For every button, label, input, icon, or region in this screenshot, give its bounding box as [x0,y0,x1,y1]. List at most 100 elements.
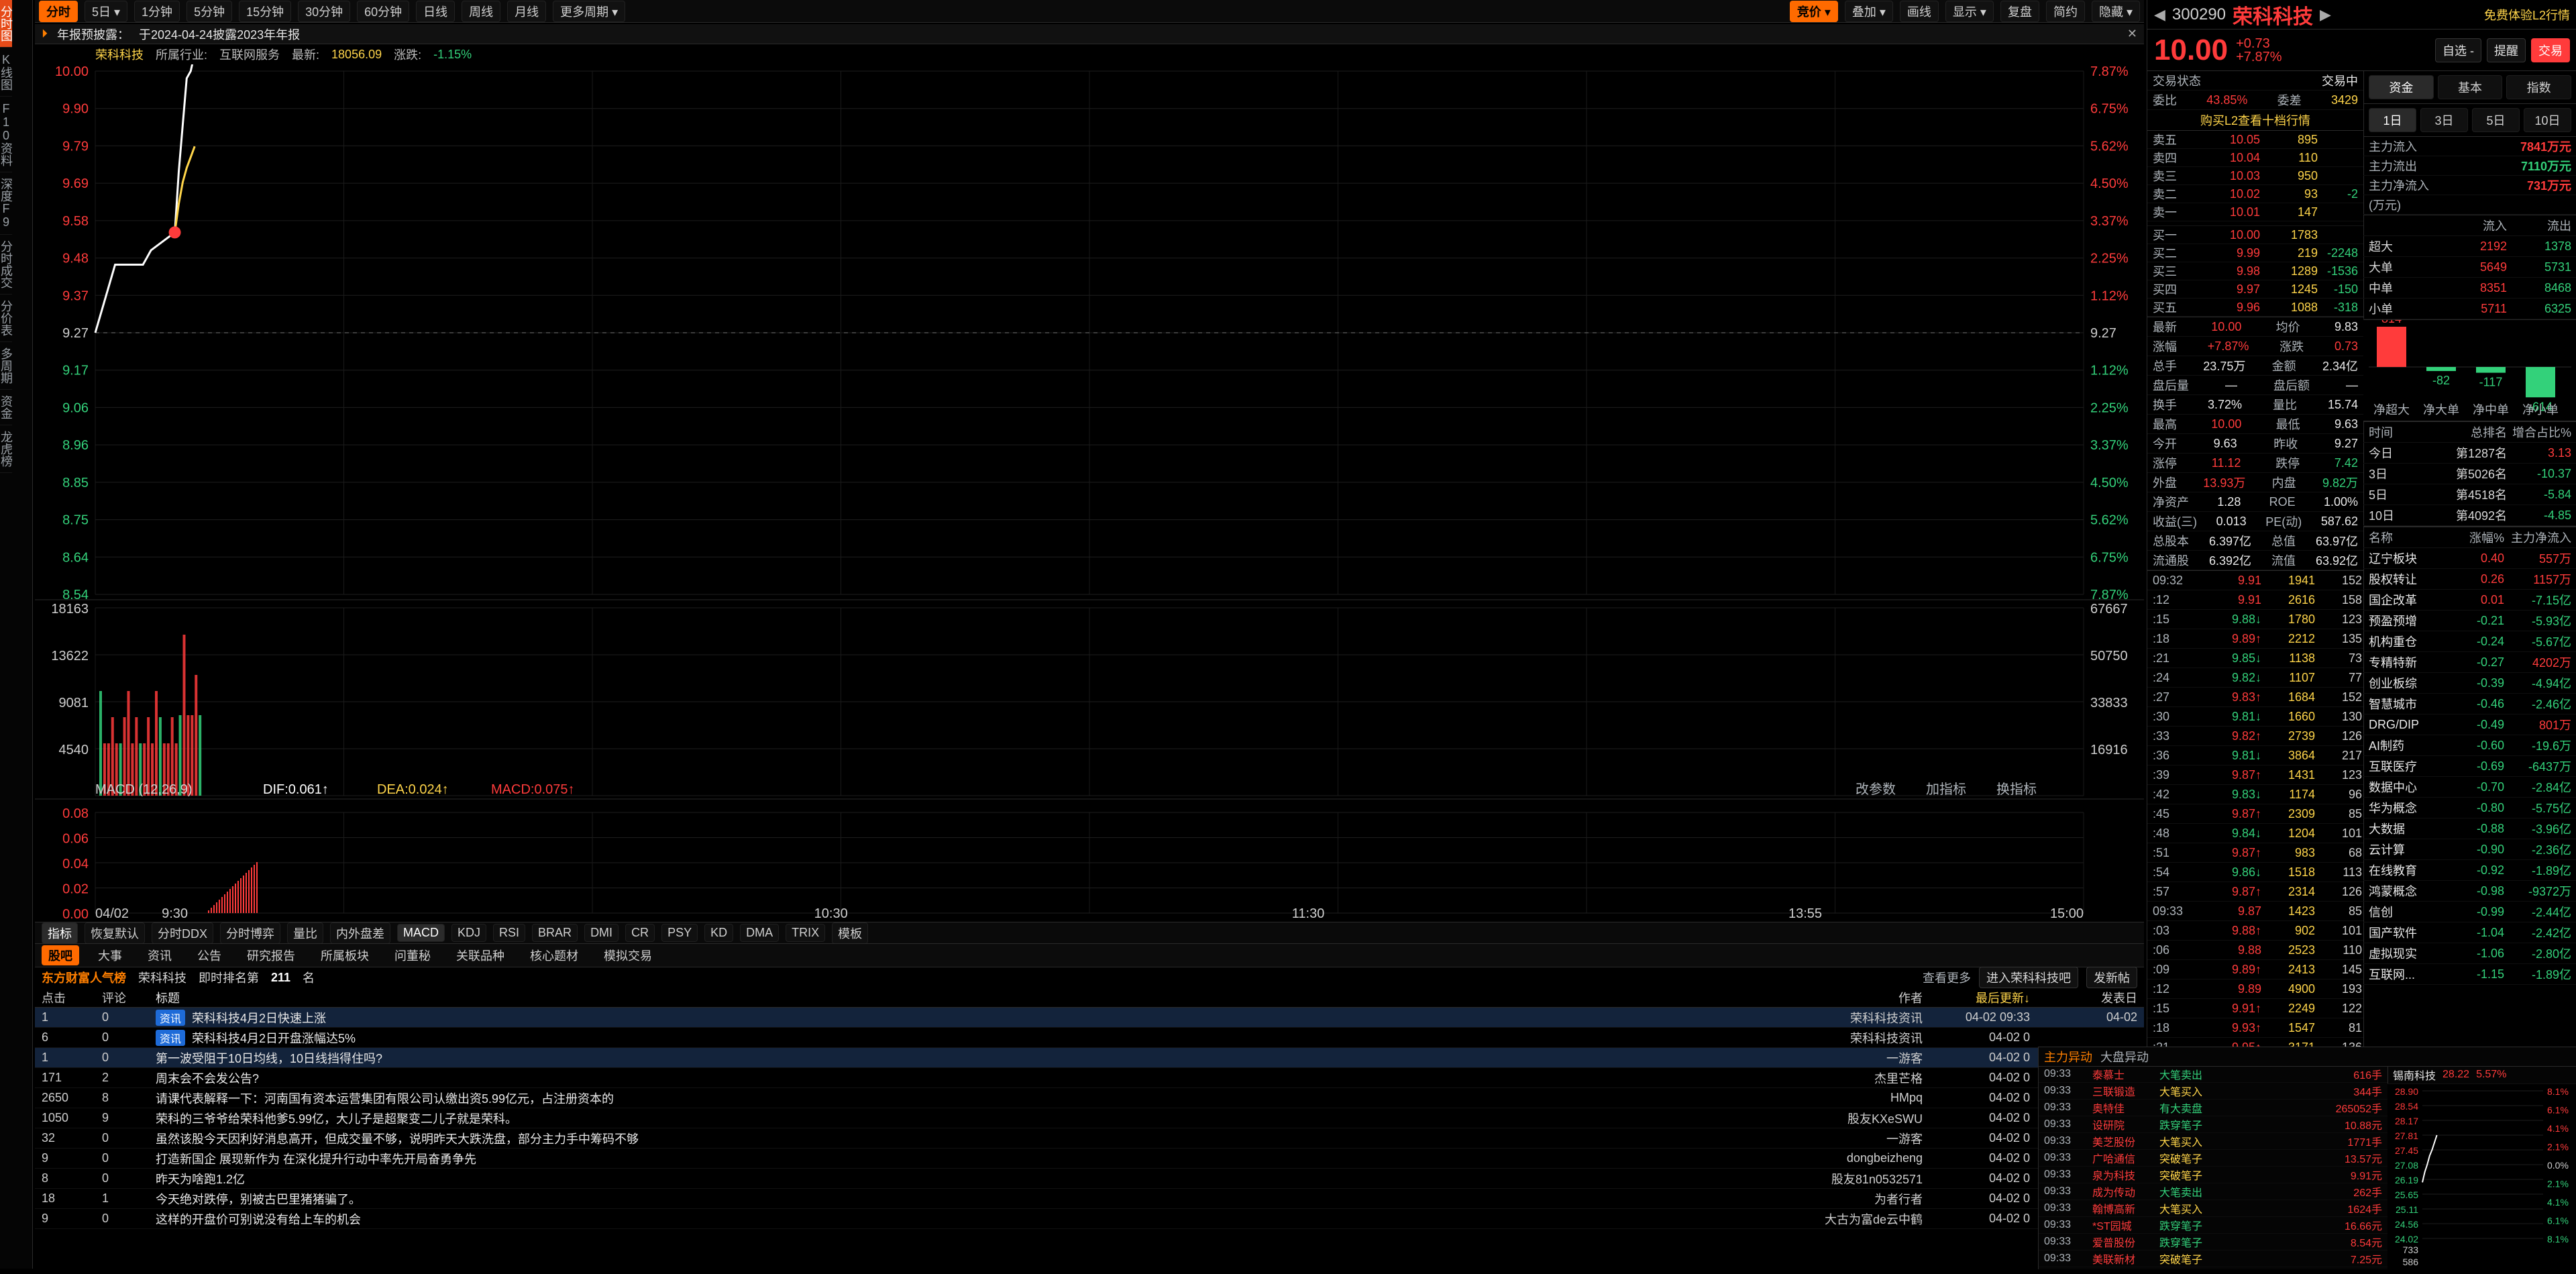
tool-button-2[interactable]: 画线 [1899,0,1939,22]
news-title-cell[interactable]: 今天绝对跌停，别被古巴里猪猪骗了。 [156,1190,1681,1208]
period-tab-3[interactable]: 10日 [2524,108,2571,132]
sector-name[interactable]: 国产软件 [2369,924,2444,941]
abnormal-stock[interactable]: 设研院 [2092,1116,2159,1132]
news-tab-5[interactable]: 所属板块 [314,945,376,965]
sidebar-item-4[interactable]: 分时成交 [0,235,13,295]
abnormal-stock[interactable]: 爱普股份 [2092,1234,2159,1250]
news-title[interactable]: 第一波受阻于10日均线，10日线挡得住吗? [156,1049,382,1067]
fund-tab-1[interactable]: 基本 [2437,75,2503,99]
indicator-tab-2[interactable]: 分时DDX [152,922,214,944]
tool-button-3[interactable]: 显示 ▾ [1945,0,1994,22]
period-button-7[interactable]: 日线 [416,0,455,22]
news-tab-1[interactable]: 大事 [91,945,129,965]
indicator-tab-13[interactable]: KD [704,924,734,942]
sector-row[interactable]: 国产软件 -1.04 -2.42亿 [2363,922,2576,943]
sector-name[interactable]: AI制药 [2369,737,2444,754]
sector-row[interactable]: 鸿蒙概念 -0.98 -9372万 [2363,881,2576,902]
l2-trial-link[interactable]: 免费体验L2行情 [2484,6,2570,23]
sector-row[interactable]: 机构重仓 -0.24 -5.67亿 [2363,631,2576,652]
sector-row[interactable]: 智慧城市 -0.46 -2.46亿 [2363,694,2576,714]
indicator-tab-6[interactable]: MACD [397,924,445,942]
sidebar-item-0[interactable]: 分时图 [0,0,13,48]
period-button-6[interactable]: 60分钟 [357,0,410,22]
sector-name[interactable]: 预盈预增 [2369,612,2444,629]
sector-name[interactable]: 互联医疗 [2369,757,2444,775]
news-row[interactable]: 1 0 第一波受阻于10日均线，10日线挡得住吗? 一游客 04-02 0 [35,1048,2144,1068]
abnormal-stock[interactable]: 广哈通信 [2092,1150,2159,1166]
period-button-3[interactable]: 5分钟 [186,0,233,22]
news-author[interactable]: 大古为富de云中鹤 [1681,1210,1923,1228]
news-row[interactable]: 32 0 虽然该股今天因利好消息高开，但成交量不够，说明昨天大跌洗盘，部分主力手中筹… [35,1128,2144,1149]
news-row[interactable]: 1050 9 荣科的三爷爷给荣科他爹5.99亿，大儿子是超聚变二儿子就是荣科。 股友K… [35,1108,2144,1128]
fund-tab-0[interactable]: 资金 [2369,75,2434,99]
sector-row[interactable]: 专精特新 -0.27 4202万 [2363,652,2576,673]
abnormal-stock[interactable]: 泉为科技 [2092,1167,2159,1183]
news-row[interactable]: 1 0 资讯 荣科科技4月2日快速上涨 荣科科技资讯 04-02 09:33 04-02 [35,1008,2144,1028]
sidebar-item-8[interactable]: 龙虎榜 [0,425,13,473]
sector-name[interactable]: 辽宁板块 [2369,549,2444,567]
abnormal-stock[interactable]: 翰博高新 [2092,1200,2159,1216]
sector-row[interactable]: 预盈预增 -0.21 -5.93亿 [2363,611,2576,631]
market-activity-label[interactable]: 大盘异动 [2100,1048,2149,1065]
sector-row[interactable]: 数据中心 -0.70 -2.84亿 [2363,777,2576,798]
news-title[interactable]: 周末会不会发公告? [156,1069,259,1087]
period-tab-1[interactable]: 3日 [2420,108,2468,132]
abnormal-stock[interactable]: 成为传动 [2092,1183,2159,1200]
sector-row[interactable]: 创业板综 -0.39 -4.94亿 [2363,673,2576,694]
indicator-tab-7[interactable]: KDJ [451,924,487,942]
news-title[interactable]: 请课代表解释一下：河南国有资本运营集团有限公司认缴出资5.99亿元，占注册资本的 [156,1090,614,1107]
news-author[interactable]: 杰里芒格 [1681,1069,1923,1087]
main-force-label[interactable]: 主力异动 [2044,1048,2092,1065]
sidebar-item-3[interactable]: 深度F9 [0,172,13,235]
news-title-cell[interactable]: 周末会不会发公告? [156,1069,1681,1087]
news-title[interactable]: 虽然该股今天因利好消息高开，但成交量不够，说明昨天大跌洗盘，部分主力手中筹码不够 [156,1130,639,1147]
sector-name[interactable]: 虚拟现实 [2369,945,2444,962]
tool-button-1[interactable]: 叠加 ▾ [1844,0,1893,22]
sector-name[interactable]: 专精特新 [2369,653,2444,671]
period-button-2[interactable]: 1分钟 [134,0,180,22]
news-row[interactable]: 171 2 周末会不会发公告? 杰里芒格 04-02 0 [35,1068,2144,1088]
macd-tool-2[interactable]: 换指标 [1996,782,2037,797]
news-author[interactable]: 为者行者 [1681,1190,1923,1208]
sector-row[interactable]: 在线教育 -0.92 -1.89亿 [2363,860,2576,881]
indicator-tab-14[interactable]: DMA [740,924,780,942]
sidebar-item-1[interactable]: K线图 [0,48,13,97]
period-tab-2[interactable]: 5日 [2472,108,2520,132]
period-button-9[interactable]: 月线 [507,0,547,22]
period-tab-0[interactable]: 1日 [2369,108,2416,132]
indicator-tab-9[interactable]: BRAR [532,924,578,942]
watchlist-button[interactable]: 自选 - [2435,38,2481,62]
sector-row[interactable]: 互联医疗 -0.69 -6437万 [2363,756,2576,777]
sector-row[interactable]: AI制药 -0.60 -19.6万 [2363,735,2576,756]
news-author[interactable]: 一游客 [1681,1130,1923,1147]
sector-name[interactable]: 互联网... [2369,965,2444,983]
news-title[interactable]: 这样的开盘价可别说没有给上车的机会 [156,1210,361,1228]
news-title[interactable]: 荣科科技4月2日开盘涨幅达5% [192,1029,356,1047]
indicator-tab-11[interactable]: CR [625,924,655,942]
period-button-8[interactable]: 周线 [462,0,501,22]
sector-name[interactable]: 股权转让 [2369,570,2444,588]
sector-name[interactable]: 创业板综 [2369,674,2444,692]
news-title-cell[interactable]: 打造新国企 展现新作为 在深化提升行动中率先开局奋勇争先 [156,1150,1681,1167]
news-title-cell[interactable]: 虽然该股今天因利好消息高开，但成交量不够，说明昨天大跌洗盘，部分主力手中筹码不够 [156,1130,1681,1147]
indicator-tab-1[interactable]: 恢复默认 [85,922,145,944]
period-button-0[interactable]: 分时 [39,0,78,22]
sector-name[interactable]: 国企改革 [2369,591,2444,608]
news-tab-2[interactable]: 资讯 [141,945,178,965]
macd-tool-1[interactable]: 加指标 [1926,782,1966,797]
period-button-1[interactable]: 5日 ▾ [85,0,128,22]
abnormal-stock[interactable]: 奥特佳 [2092,1100,2159,1116]
prev-stock-icon[interactable]: ◀ [2154,6,2165,23]
news-tab-8[interactable]: 核心题材 [523,945,585,965]
view-more-link[interactable]: 查看更多 [1923,969,1971,986]
news-tab-7[interactable]: 关联品种 [449,945,511,965]
next-stock-icon[interactable]: ▶ [2320,6,2331,23]
sector-row[interactable]: DRG/DIP -0.49 801万 [2363,714,2576,735]
sector-name[interactable]: 云计算 [2369,841,2444,858]
sector-name[interactable]: 机构重仓 [2369,633,2444,650]
fund-tab-2[interactable]: 指数 [2506,75,2572,99]
abnormal-stock[interactable]: 美联新材 [2092,1251,2159,1267]
indicator-tab-10[interactable]: DMI [584,924,619,942]
sector-name[interactable]: 鸿蒙概念 [2369,882,2444,900]
news-title[interactable]: 荣科科技4月2日快速上涨 [192,1009,326,1026]
